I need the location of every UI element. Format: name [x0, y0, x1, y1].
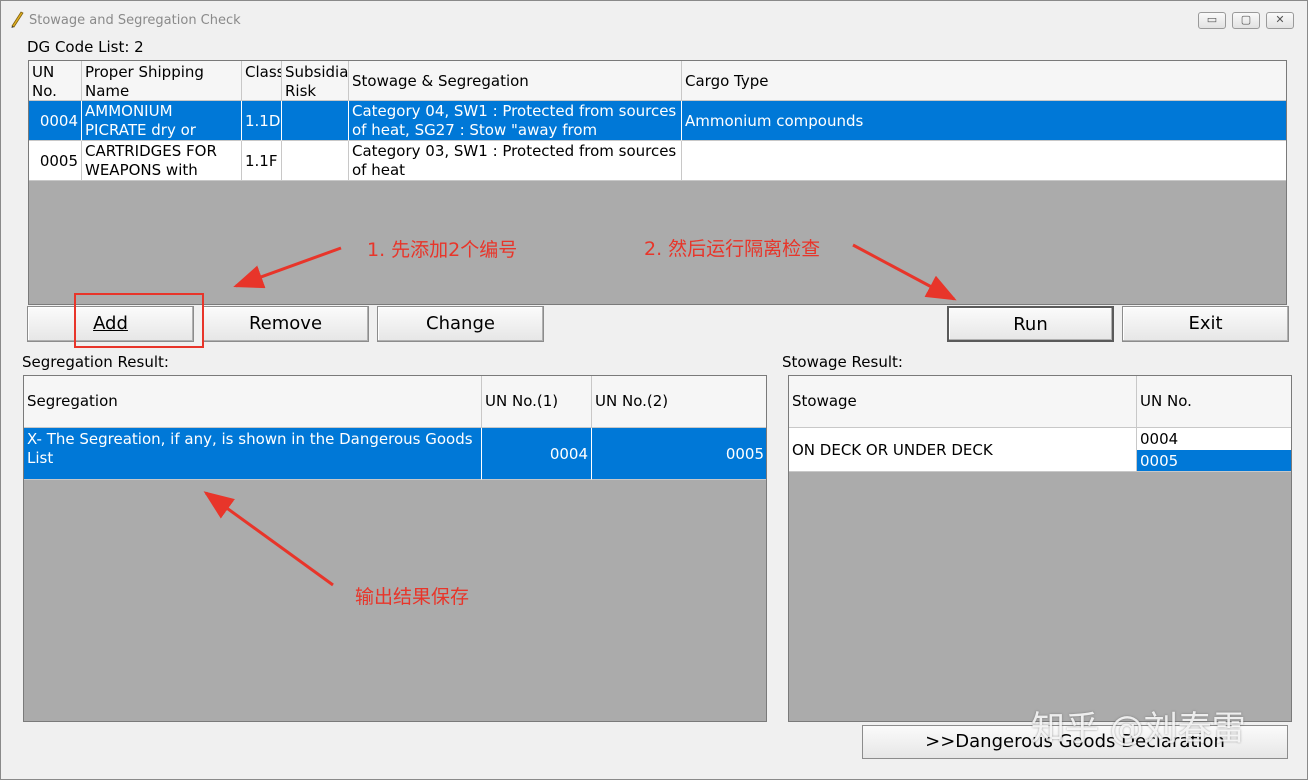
col-header-un-no-2[interactable]: UN No.(2) [592, 376, 766, 428]
table-row-0005-cargo-type[interactable] [682, 141, 1286, 181]
table-row-0005-class[interactable]: 1.1F [242, 141, 282, 181]
window-title: Stowage and Segregation Check [29, 13, 241, 28]
pencil-icon [11, 11, 24, 28]
title-bar: Stowage and Segregation Check ▭ ▢ ✕ [1, 1, 1307, 37]
app-window: Stowage and Segregation Check ▭ ▢ ✕ DG C… [0, 0, 1308, 780]
dg-list-label: DG Code List: 2 [27, 38, 144, 56]
table-row-0004-stowage[interactable]: Category 04, SW1 : Protected from source… [349, 101, 682, 141]
col-header-stowage[interactable]: Stowage [789, 376, 1137, 428]
col-header-un-no-1[interactable]: UN No.(1) [482, 376, 592, 428]
stowage-row-text[interactable]: ON DECK OR UNDER DECK [789, 428, 1137, 472]
col-header-proper-shipping-name[interactable]: Proper Shipping Name [82, 61, 242, 101]
col-header-stowage-segregation[interactable]: Stowage & Segregation [349, 61, 682, 101]
watermark: 知乎 @刘春雷 [1031, 709, 1246, 749]
maximize-button[interactable]: ▢ [1232, 12, 1260, 29]
change-button[interactable]: Change [377, 306, 544, 342]
remove-button[interactable]: Remove [202, 306, 369, 342]
col-header-un-no[interactable]: UN No. [1137, 376, 1291, 428]
table-row-0004-class[interactable]: 1.1D [242, 101, 282, 141]
minimize-button[interactable]: ▭ [1198, 12, 1226, 29]
annotation-output: 输出结果保存 [355, 586, 470, 608]
add-highlight-box [74, 293, 204, 348]
annotation-step1: 1. 先添加2个编号 [367, 239, 518, 261]
annotation-step2: 2. 然后运行隔离检查 [644, 238, 821, 260]
col-header-segregation[interactable]: Segregation [24, 376, 482, 428]
change-button-label: Change [426, 313, 495, 334]
stowage-result-label: Stowage Result: [782, 353, 903, 371]
stowage-row-un-0005[interactable]: 0005 [1137, 450, 1291, 472]
table-row-0005-psn[interactable]: CARTRIDGES FOR WEAPONS with [82, 141, 242, 181]
dg-code-list-grid[interactable]: UN No. Proper Shipping Name Class Subsid… [28, 60, 1287, 305]
segregation-result-grid[interactable]: Segregation UN No.(1) UN No.(2) X- The S… [23, 375, 767, 722]
run-button-label: Run [1013, 314, 1048, 335]
col-header-un-no[interactable]: UN No. [29, 61, 82, 101]
segregation-row-un1[interactable]: 0004 [482, 428, 592, 480]
table-row-0004-psn[interactable]: AMMONIUM PICRATE dry or [82, 101, 242, 141]
segregation-row-text[interactable]: X- The Segreation, if any, is shown in t… [24, 428, 482, 480]
close-button[interactable]: ✕ [1266, 12, 1294, 29]
col-header-cargo-type[interactable]: Cargo Type [682, 61, 1286, 101]
run-button[interactable]: Run [947, 306, 1114, 342]
stowage-result-grid[interactable]: Stowage UN No. ON DECK OR UNDER DECK 000… [788, 375, 1292, 722]
segregation-row-un2[interactable]: 0005 [592, 428, 766, 480]
table-row-0005-stowage[interactable]: Category 03, SW1 : Protected from source… [349, 141, 682, 181]
stowage-row-un-0004[interactable]: 0004 [1137, 428, 1291, 450]
table-row-0004-un-no[interactable]: 0004 [29, 101, 82, 141]
exit-button[interactable]: Exit [1122, 306, 1289, 342]
exit-button-label: Exit [1188, 313, 1223, 334]
table-row-0005-subrisk[interactable] [282, 141, 349, 181]
table-row-0004-cargo-type[interactable]: Ammonium compounds [682, 101, 1286, 141]
segregation-result-label: Segregation Result: [22, 353, 169, 371]
col-header-subsidiary-risk[interactable]: Subsidiary Risk [282, 61, 349, 101]
table-row-0004-subrisk[interactable] [282, 101, 349, 141]
col-header-class[interactable]: Class [242, 61, 282, 101]
remove-button-label: Remove [248, 313, 323, 334]
table-row-0005-un-no[interactable]: 0005 [29, 141, 82, 181]
